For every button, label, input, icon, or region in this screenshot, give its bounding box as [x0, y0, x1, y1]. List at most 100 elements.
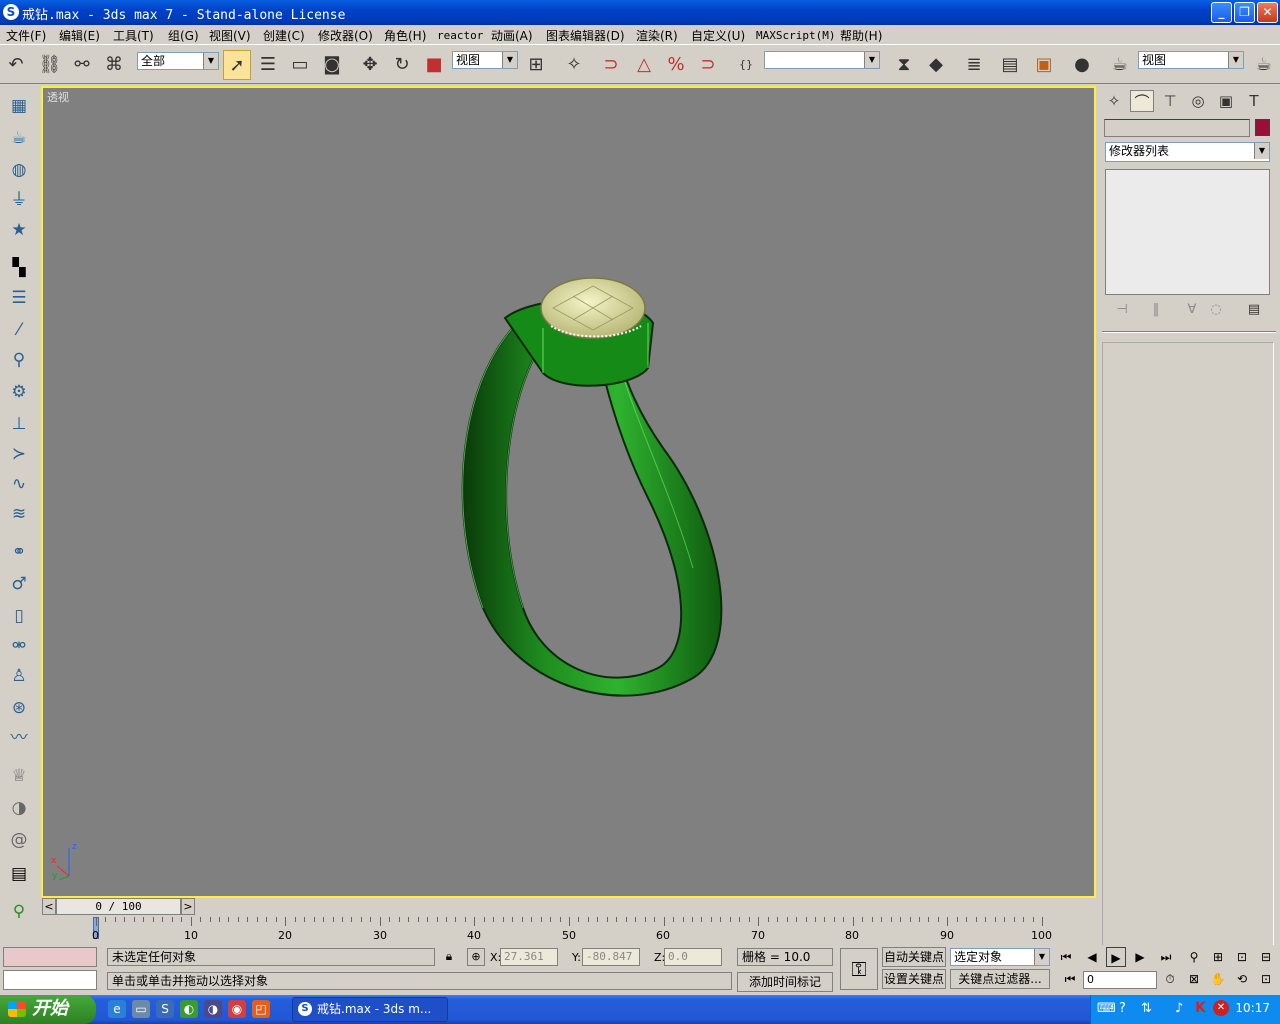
align-icon[interactable]: ◆ [922, 50, 950, 80]
show-end-result-icon[interactable]: ‖ [1145, 302, 1167, 317]
spinner-snap-icon[interactable]: ⊃ [694, 50, 722, 80]
menu-animation[interactable]: 动画(A) [491, 27, 533, 44]
cone-icon[interactable]: ⏚ [5, 187, 33, 213]
zoom-extents-all-icon[interactable]: ⊟ [1256, 947, 1276, 967]
curve-editor-icon[interactable]: ▤ [996, 50, 1024, 80]
menu-view[interactable]: 视图(V) [209, 27, 251, 44]
pivot-center-icon[interactable]: ⊞ [522, 50, 550, 80]
select-object-icon[interactable]: ➚ [223, 50, 251, 80]
restore-button[interactable]: ❐ [1234, 2, 1255, 23]
rectangular-selection-icon[interactable]: ▭ [286, 50, 314, 80]
menu-help[interactable]: 帮助(H) [840, 27, 882, 44]
checker-icon[interactable]: ▚ [5, 255, 33, 281]
magnifier-icon[interactable]: ⚲ [5, 347, 33, 373]
quick-render-icon[interactable]: ☕ [1250, 50, 1278, 80]
media-quicklaunch-icon[interactable]: ◑ [204, 1000, 222, 1018]
display-tab-icon[interactable]: ▣ [1214, 90, 1238, 112]
maximize-viewport-icon[interactable]: ⊡ [1256, 969, 1276, 989]
go-to-end-icon[interactable]: ⏭ [1156, 947, 1176, 967]
shirt-icon[interactable]: ♕ [5, 763, 33, 789]
auto-key-button[interactable]: 自动关键点 [882, 947, 946, 967]
configure-modifier-sets-icon[interactable]: ▤ [1243, 302, 1265, 317]
move-icon[interactable]: ✥ [356, 50, 384, 80]
zoom-icon[interactable]: ⚲ [1184, 947, 1204, 967]
time-prev-icon[interactable]: < [42, 898, 56, 915]
named-selection-dropdown[interactable]: ▼ [764, 51, 880, 69]
motion-tab-icon[interactable]: ◎ [1186, 90, 1210, 112]
zoom-all-icon[interactable]: ⊞ [1208, 947, 1228, 967]
material-editor-icon[interactable]: ● [1068, 50, 1096, 80]
menu-reactor[interactable]: reactor [437, 29, 483, 42]
region-zoom-icon[interactable]: ⊠ [1184, 969, 1204, 989]
manipulate-icon[interactable]: ✧ [560, 50, 588, 80]
track-bar[interactable]: 0 10 20 30 40 50 60 70 80 90 100 [41, 917, 1096, 943]
menu-group[interactable]: 组(G) [168, 27, 199, 44]
help-icon[interactable]: ? [1119, 1001, 1126, 1016]
start-button[interactable]: 开始 [0, 995, 96, 1024]
previous-frame-icon[interactable]: ◀ [1082, 947, 1102, 967]
menu-edit[interactable]: 编辑(E) [59, 27, 100, 44]
stack-icon[interactable]: ☰ [5, 285, 33, 311]
security-icon[interactable]: ✕ [1213, 1000, 1229, 1016]
next-frame-icon[interactable]: ▶ [1130, 947, 1150, 967]
show-desktop-icon[interactable]: ▭ [132, 1000, 150, 1018]
mirror-icon[interactable]: ⧗ [890, 50, 918, 80]
wheel-icon[interactable]: ⊛ [5, 695, 33, 721]
reference-coord-dropdown[interactable]: 视图 ▼ [452, 51, 518, 69]
layer-manager-icon[interactable]: ≣ [960, 50, 988, 80]
biped-icon[interactable]: ♂ [5, 571, 33, 597]
menu-file[interactable]: 文件(F) [6, 27, 46, 44]
player-quicklaunch-icon[interactable]: ◉ [228, 1000, 246, 1018]
remove-modifier-icon[interactable]: ◌ [1205, 302, 1227, 317]
set-key-button[interactable]: 设置关键点 [882, 969, 946, 989]
schematic-view-icon[interactable]: ▣ [1030, 50, 1058, 80]
figure-icon[interactable]: ♙ [5, 663, 33, 689]
render-type-dropdown[interactable]: 视图 ▼ [1138, 51, 1244, 69]
menu-create[interactable]: 创建(C) [263, 27, 305, 44]
ring-model[interactable] [443, 268, 783, 708]
spiral-icon[interactable]: @ [5, 827, 33, 853]
menu-customize[interactable]: 自定义(U) [691, 27, 745, 44]
volume-icon[interactable]: ♪ [1175, 1001, 1183, 1016]
sphere-icon[interactable]: ◍ [5, 157, 33, 183]
cloth-icon[interactable]: ▯ [5, 603, 33, 629]
make-unique-icon[interactable]: ∀ [1181, 302, 1203, 317]
time-slider-handle[interactable]: 0 / 100 [56, 898, 181, 915]
object-color-swatch[interactable] [1255, 119, 1270, 136]
bones-icon[interactable]: ⚭ [5, 539, 33, 565]
wave-icon[interactable]: ∿ [5, 471, 33, 497]
antivirus-k-icon[interactable]: K [1195, 1000, 1206, 1016]
scripting-icon[interactable]: ▤ [5, 861, 33, 887]
time-slider-bar[interactable]: < 0 / 100 > [41, 898, 1096, 916]
brush-icon[interactable]: ⁄ [5, 317, 33, 343]
zoom-extents-icon[interactable]: ⊡ [1232, 947, 1252, 967]
bind-space-warp-icon[interactable]: ⌘ [100, 50, 128, 80]
percent-snap-icon[interactable]: % [662, 50, 690, 80]
hinge-icon[interactable]: ⚮ [5, 633, 33, 659]
menu-rendering[interactable]: 渲染(R) [636, 27, 678, 44]
close-button[interactable]: ✕ [1257, 2, 1278, 23]
hierarchy-tab-icon[interactable]: ⊤ [1158, 90, 1182, 112]
scale-icon[interactable]: ■ [420, 50, 448, 80]
angle-snap-icon[interactable]: △ [630, 50, 658, 80]
office-quicklaunch-icon[interactable]: ◰ [252, 1000, 270, 1018]
create-tab-icon[interactable]: ✧ [1102, 90, 1126, 112]
minimize-button[interactable]: _ [1211, 2, 1232, 23]
render-scene-icon[interactable]: ☕ [1106, 50, 1134, 80]
star-icon[interactable]: ★ [5, 217, 33, 243]
menu-character[interactable]: 角色(H) [384, 27, 426, 44]
key-icon[interactable]: ⚿ [840, 948, 878, 990]
maxscript-listener-mini[interactable] [3, 947, 97, 967]
lock-icon[interactable]: 🔒︎ [441, 949, 457, 965]
sphere-m-icon[interactable]: ◑ [5, 795, 33, 821]
selection-filter-dropdown[interactable]: 全部 ▼ [137, 52, 219, 70]
maxscript-input-mini[interactable] [3, 970, 97, 990]
go-to-start-icon[interactable]: ⏮ [1056, 947, 1076, 967]
named-selection-icon[interactable]: {} [732, 50, 760, 80]
modify-tab-icon[interactable]: ⌒ [1130, 90, 1154, 112]
select-by-name-icon[interactable]: ☰ [254, 50, 282, 80]
perspective-viewport[interactable]: 透视 z x y [41, 86, 1096, 898]
modifier-stack-list[interactable] [1105, 169, 1270, 295]
utilities-tab-icon[interactable]: T [1242, 90, 1266, 112]
x-coordinate-field[interactable]: 27.361 [500, 948, 558, 966]
